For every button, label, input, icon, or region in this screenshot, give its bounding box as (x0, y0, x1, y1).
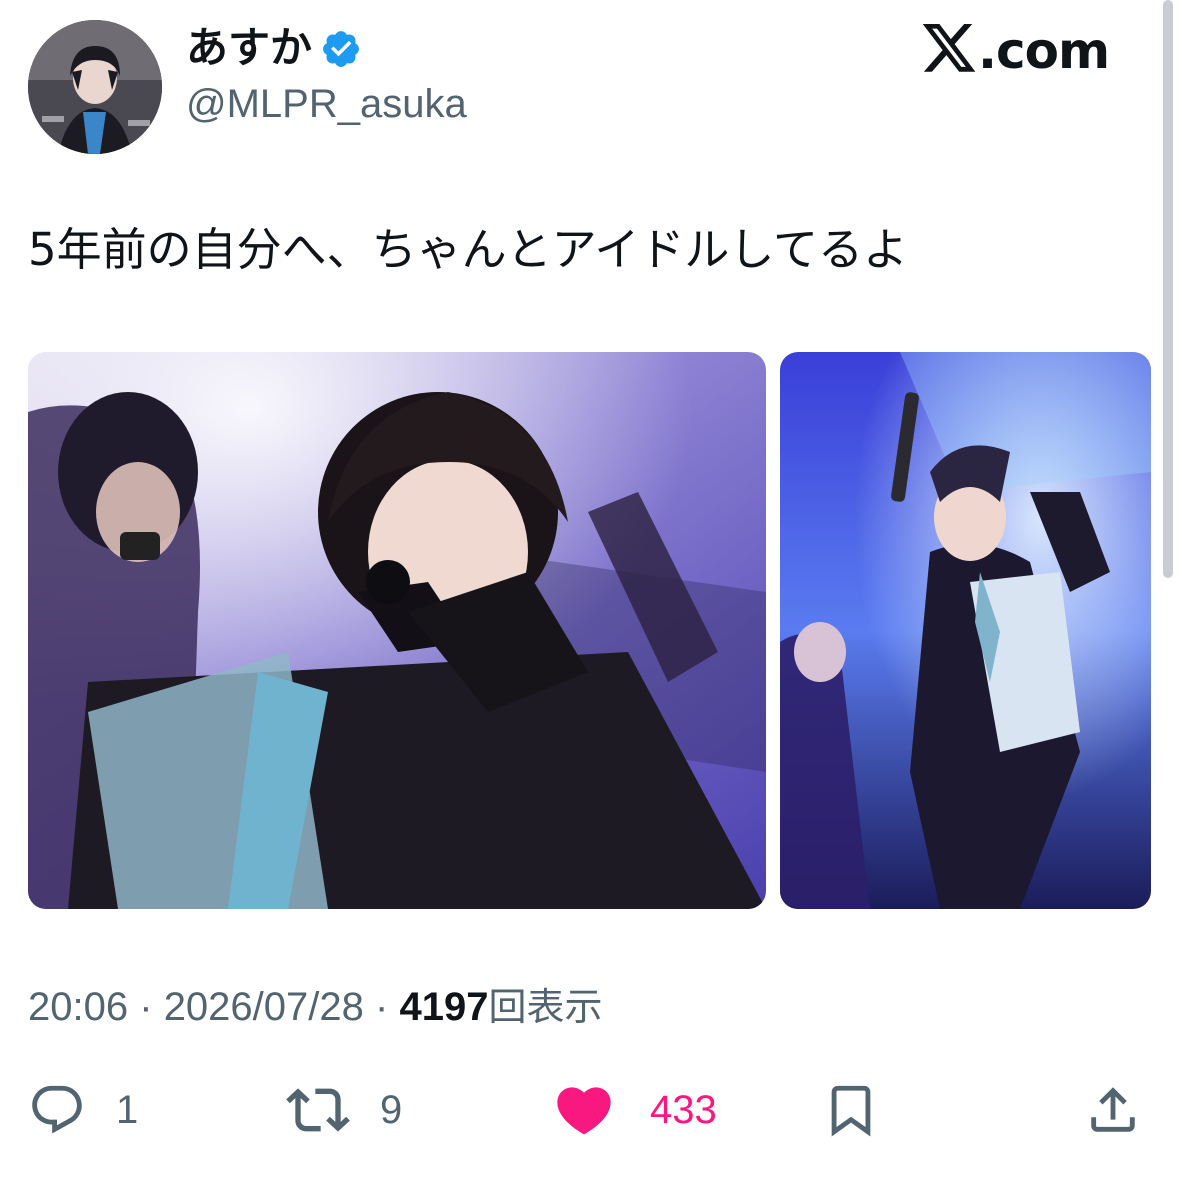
views-count[interactable]: 4197 (399, 985, 488, 1029)
tweet-date[interactable]: 2026/07/28 (164, 985, 364, 1029)
avatar-image (28, 20, 162, 154)
tweet-photo-2-image (780, 352, 1151, 909)
xcom-logo: .com (922, 22, 1110, 80)
like-count: 433 (650, 1087, 717, 1132)
heart-icon (557, 1087, 611, 1135)
verified-badge-icon (323, 31, 359, 67)
scrollbar[interactable] (1163, 0, 1173, 578)
tweet-time[interactable]: 20:06 (28, 985, 128, 1029)
bookmark-button[interactable] (822, 1076, 880, 1144)
display-name[interactable]: あすか (186, 22, 312, 74)
tweet-photo-2[interactable] (780, 352, 1151, 909)
reply-icon (32, 1085, 82, 1134)
tweet-photo-1-image (28, 352, 766, 909)
share-button[interactable] (1084, 1076, 1142, 1144)
tweet-photo-1[interactable] (28, 352, 766, 909)
reply-button[interactable]: 1 (28, 1076, 138, 1144)
tweet-text: 5年前の自分へ、ちゃんとアイドルしてるよ (28, 223, 909, 276)
user-handle[interactable]: @MLPR_asuka (186, 80, 467, 128)
avatar[interactable] (28, 20, 162, 154)
bookmark-icon (831, 1085, 871, 1137)
tweet-meta: 20:06 · 2026/07/28 · 4197回表示 (28, 980, 602, 1034)
x-logo-icon (922, 24, 976, 72)
meta-separator: · (375, 985, 389, 1029)
share-icon (1091, 1087, 1135, 1132)
retweet-button[interactable]: 9 (286, 1076, 402, 1144)
xcom-logo-text: .com (978, 22, 1110, 80)
views-label: 回表示 (488, 985, 603, 1029)
retweet-count: 9 (380, 1087, 403, 1132)
retweet-icon (286, 1088, 350, 1132)
like-button[interactable]: 433 (552, 1076, 717, 1144)
reply-count: 1 (116, 1087, 139, 1132)
meta-separator: · (139, 985, 153, 1029)
